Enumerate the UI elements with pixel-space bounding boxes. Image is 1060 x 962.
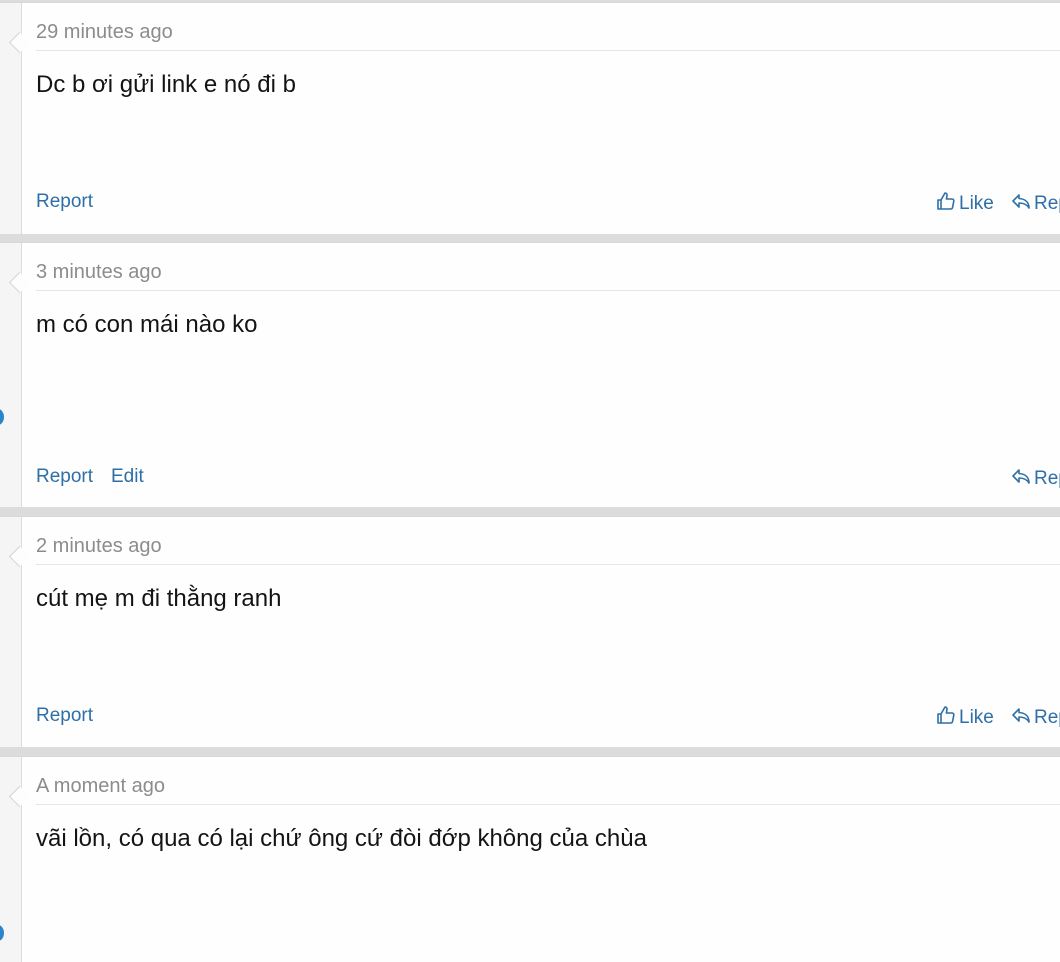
- comment-post: 29 minutes ago Dc b ơi gửi link e nó đi …: [0, 2, 1060, 234]
- like-button[interactable]: Like: [936, 191, 994, 217]
- post-body: 2 minutes ago cút mẹ m đi thằng ranh Rep…: [22, 517, 1060, 747]
- reply-button[interactable]: Reply: [1011, 191, 1060, 217]
- edit-link[interactable]: Edit: [111, 466, 144, 488]
- post-body: A moment ago vãi lồn, có qua có lại chứ …: [22, 757, 1060, 962]
- reply-button[interactable]: Reply: [1011, 705, 1060, 731]
- post-divider: [36, 50, 1060, 51]
- thumbs-up-icon: [936, 191, 956, 217]
- post-divider: [36, 564, 1060, 565]
- thumbs-up-icon: [936, 705, 956, 731]
- report-link[interactable]: Report: [36, 191, 93, 213]
- reply-arrow-icon: [1011, 191, 1031, 217]
- reply-label: Reply: [1034, 193, 1060, 214]
- post-content: m có con mái nào ko: [36, 311, 258, 338]
- post-content: vãi lồn, có qua có lại chứ ông cứ đòi đớ…: [36, 825, 647, 852]
- post-divider: [36, 804, 1060, 805]
- comment-thread: 29 minutes ago Dc b ơi gửi link e nó đi …: [0, 0, 1060, 962]
- report-link[interactable]: Report: [36, 705, 93, 727]
- post-timestamp[interactable]: 3 minutes ago: [36, 261, 162, 284]
- like-label: Like: [959, 193, 994, 214]
- reply-label: Reply: [1034, 707, 1060, 728]
- reply-arrow-icon: [1011, 705, 1031, 731]
- comment-post: A moment ago vãi lồn, có qua có lại chứ …: [0, 756, 1060, 962]
- post-content: cút mẹ m đi thằng ranh: [36, 585, 282, 612]
- like-button[interactable]: Like: [936, 705, 994, 731]
- comment-post: 3 minutes ago m có con mái nào ko Report…: [0, 242, 1060, 507]
- report-link[interactable]: Report: [36, 466, 93, 488]
- post-divider: [36, 290, 1060, 291]
- post-body: 29 minutes ago Dc b ơi gửi link e nó đi …: [22, 3, 1060, 234]
- post-timestamp[interactable]: 29 minutes ago: [36, 21, 173, 44]
- comment-post: 2 minutes ago cút mẹ m đi thằng ranh Rep…: [0, 516, 1060, 747]
- reply-arrow-icon: [1011, 466, 1031, 492]
- reply-button[interactable]: Reply: [1011, 466, 1060, 492]
- like-label: Like: [959, 707, 994, 728]
- post-timestamp[interactable]: A moment ago: [36, 775, 165, 798]
- reply-label: Reply: [1034, 468, 1060, 489]
- post-content: Dc b ơi gửi link e nó đi b: [36, 71, 296, 98]
- post-body: 3 minutes ago m có con mái nào ko Report…: [22, 243, 1060, 507]
- post-timestamp[interactable]: 2 minutes ago: [36, 535, 162, 558]
